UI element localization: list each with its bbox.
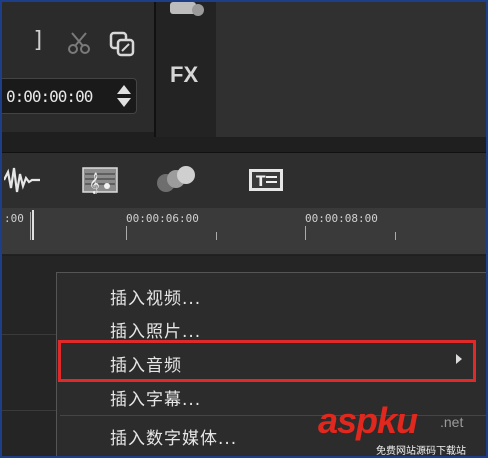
- ruler-label: 00:00:08:00: [305, 212, 378, 225]
- timecode-value: 0:00:00:00: [6, 87, 93, 106]
- highlight-box: [58, 340, 476, 382]
- menu-separator: [60, 415, 486, 416]
- ruler-tick: [395, 232, 396, 240]
- ruler-tick: [126, 226, 127, 240]
- ruler-label: :00: [4, 212, 24, 225]
- menu-item-insert-digital-media[interactable]: 插入数字媒体...: [110, 424, 237, 449]
- audio-waveform-icon[interactable]: [4, 162, 40, 198]
- menu-item-insert-video[interactable]: 插入视频...: [110, 284, 201, 309]
- fx-button[interactable]: FX: [170, 62, 198, 88]
- music-score-icon[interactable]: 𝄞: [80, 162, 120, 198]
- title-text-icon[interactable]: T: [246, 162, 286, 198]
- mark-out-button[interactable]: ]: [32, 28, 45, 53]
- copy-icon[interactable]: [108, 30, 136, 58]
- timeline-ruler[interactable]: [2, 208, 486, 255]
- track-toolbar: [2, 152, 486, 209]
- watermark-logo: aspku: [318, 400, 418, 441]
- scissors-icon[interactable]: [66, 30, 92, 56]
- color-circles-icon[interactable]: [154, 162, 200, 198]
- ruler-tick: [305, 226, 306, 240]
- film-icon[interactable]: [164, 2, 208, 20]
- timecode-field[interactable]: 0:00:00:00: [2, 78, 137, 114]
- ruler-tick: [216, 232, 217, 240]
- ruler-tick: [30, 212, 31, 240]
- watermark-subtitle: 免费网站源码下载站: [376, 446, 466, 457]
- menu-item-insert-subtitle[interactable]: 插入字幕...: [110, 385, 201, 410]
- watermark-suffix: .net: [440, 414, 464, 430]
- library-panel: [216, 2, 486, 137]
- svg-text:𝄞: 𝄞: [89, 173, 100, 194]
- svg-text:T: T: [256, 174, 266, 190]
- track-separator: [2, 410, 62, 411]
- playhead[interactable]: [32, 210, 34, 240]
- spin-arrows-icon[interactable]: [116, 82, 132, 110]
- menu-item-insert-photo[interactable]: 插入照片...: [110, 317, 201, 342]
- ruler-label: 00:00:06:00: [126, 212, 199, 225]
- track-separator: [2, 334, 62, 335]
